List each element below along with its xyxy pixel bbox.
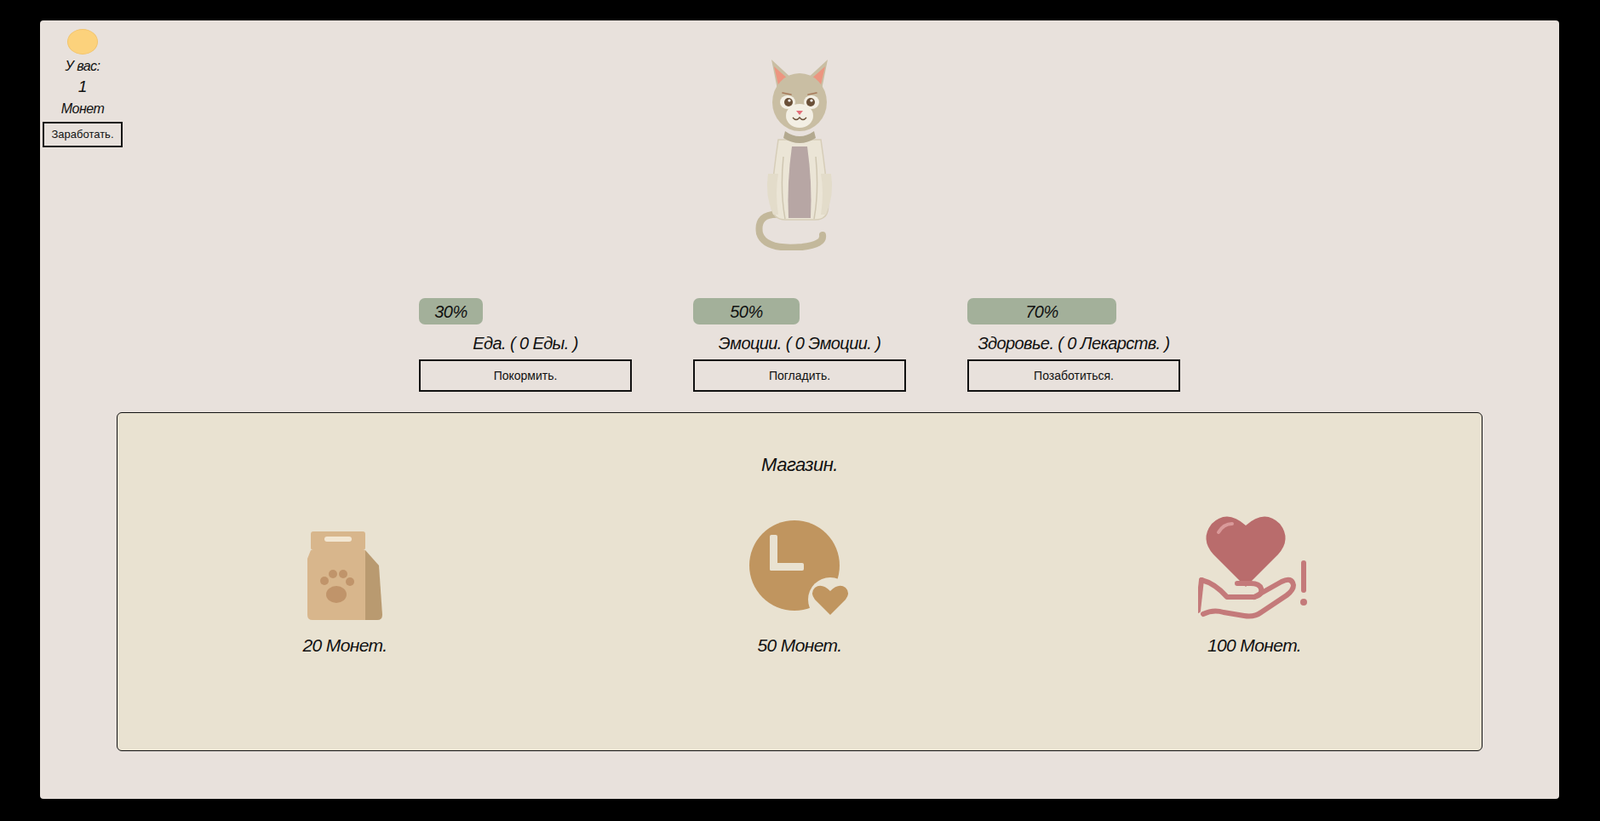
heart-hand-icon[interactable]	[1198, 508, 1311, 620]
stat-meter: 70%	[967, 298, 1117, 325]
stat-reading: 30%	[434, 298, 468, 325]
shop-item[interactable]: 20 Монет.	[117, 508, 573, 660]
pet-area	[122, 28, 1477, 251]
coin-unit: Монет	[61, 100, 105, 117]
stat-column: 30% Еда. ( 0 Еды. ) Покормить.	[418, 298, 632, 392]
coin-count: 1	[78, 77, 88, 98]
cat-icon	[752, 45, 847, 251]
top-area: У вас: 1 Монет Заработать.	[40, 20, 1560, 251]
stat-button[interactable]: Позаботиться.	[967, 359, 1181, 392]
food-bag-icon[interactable]	[305, 508, 385, 620]
shop-item[interactable]: 50 Монет.	[572, 508, 1027, 660]
item-price: 50 Монет.	[756, 631, 842, 660]
stat-track: 30%	[418, 298, 632, 325]
stat-label: Здоровье. ( 0 Лекарств. )	[967, 332, 1181, 355]
stat-track: 70%	[967, 298, 1181, 325]
stat-reading: 50%	[729, 298, 763, 325]
coin-icon	[67, 28, 98, 55]
wallet-label: У вас:	[64, 57, 100, 75]
game-frame: У вас: 1 Монет Заработать. 30% Еда. ( 0 Еды.…	[0, 0, 1600, 821]
stat-reading: 70%	[1025, 298, 1059, 325]
clock-heart-icon[interactable]	[748, 508, 851, 620]
stat-label: Эмоции. ( 0 Эмоции. )	[693, 332, 907, 355]
stat-button[interactable]: Погладить.	[693, 359, 907, 392]
stat-label: Еда. ( 0 Еды. )	[418, 332, 632, 355]
shop-item[interactable]: 100 Монет.	[1026, 508, 1482, 660]
shop-title: Магазин.	[117, 453, 1482, 476]
stat-meter: 30%	[418, 298, 483, 325]
stat-meter: 50%	[693, 298, 800, 325]
stat-track: 50%	[693, 298, 907, 325]
game-panel: У вас: 1 Монет Заработать. 30% Еда. ( 0 Еды.…	[40, 20, 1560, 799]
wallet: У вас: 1 Монет Заработать.	[42, 28, 123, 251]
earn-button[interactable]: Заработать.	[42, 121, 123, 148]
shop-panel: Магазин. 20 Монет. 50 Монет. 100 Монет.	[116, 412, 1483, 752]
stats-row: 30% Еда. ( 0 Еды. ) Покормить. 50% Эмоции. (…	[40, 298, 1560, 392]
stat-button[interactable]: Покормить.	[418, 359, 632, 392]
shop-items: 20 Монет. 50 Монет. 100 Монет.	[117, 508, 1482, 660]
stat-column: 70% Здоровье. ( 0 Лекарств. ) Позаботиться…	[967, 298, 1181, 392]
stat-column: 50% Эмоции. ( 0 Эмоции. ) Погладить.	[693, 298, 907, 392]
item-price: 20 Монет.	[302, 631, 387, 660]
item-price: 100 Монет.	[1207, 631, 1302, 660]
